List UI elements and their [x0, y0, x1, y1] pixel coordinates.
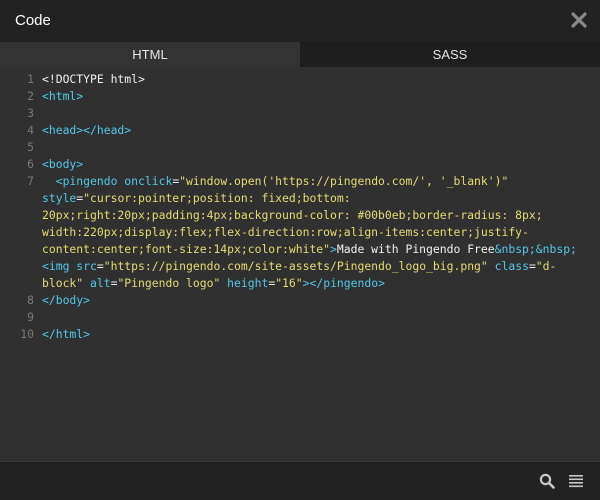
code-line: 6 <body>	[0, 156, 600, 173]
titlebar: Code	[0, 0, 600, 42]
code-token: height	[220, 276, 269, 290]
code-token: <pingendo	[42, 174, 125, 188]
menu-icon[interactable]	[568, 473, 584, 489]
line-number: 5	[27, 140, 34, 154]
code-line: 7 <pingendo onclick = "window.open('https:…	[0, 173, 600, 292]
code-token: >	[330, 242, 337, 256]
code-token: "window.open('https://pingendo.com/', '_…	[179, 174, 509, 188]
tab-html-label: HTML	[132, 47, 168, 62]
line-number: 8	[27, 293, 34, 307]
code-token: Made with Pingendo Free	[336, 242, 495, 256]
code-token: ></pingendo>	[302, 276, 385, 290]
tab-sass[interactable]: SASS	[300, 42, 600, 67]
line-content: </html>	[42, 326, 582, 343]
line-number: 4	[27, 123, 34, 137]
line-content: <body>	[42, 156, 582, 173]
code-token: class	[487, 259, 529, 273]
close-icon[interactable]	[570, 11, 588, 29]
code-line: 9	[0, 309, 600, 326]
line-content: <html>	[42, 88, 582, 105]
code-line: 2 <html>	[0, 88, 600, 105]
code-line: 10 </html>	[0, 326, 600, 343]
code-token: "https://pingendo.com/site-assets/Pingen…	[103, 259, 488, 273]
tab-sass-label: SASS	[432, 47, 468, 62]
line-content: <head></head>	[42, 122, 582, 139]
tab-html[interactable]: HTML	[0, 42, 300, 67]
code-token: =	[96, 259, 104, 273]
window-title: Code	[15, 12, 51, 29]
line-number: 6	[27, 157, 34, 171]
code-token: src	[76, 259, 97, 273]
code-editor[interactable]: 1 <!DOCTYPE html> 2 <html> 3 4 <head></head> 5…	[0, 67, 600, 461]
code-token: <!DOCTYPE html>	[42, 72, 145, 86]
code-line: 5	[0, 139, 600, 156]
code-line: 1 <!DOCTYPE html>	[0, 71, 600, 88]
line-content	[42, 139, 582, 156]
search-icon[interactable]	[539, 473, 555, 489]
code-token: =	[528, 259, 536, 273]
code-token: "Pingendo logo"	[117, 276, 221, 290]
line-content: </body>	[42, 292, 582, 309]
line-number: 7	[27, 174, 34, 188]
line-number: 9	[27, 310, 34, 324]
code-token: <head></head>	[42, 123, 132, 137]
code-token: onclick	[124, 174, 173, 188]
line-content	[42, 105, 582, 122]
line-content	[42, 309, 582, 326]
line-number: 2	[27, 89, 34, 103]
line-number: 3	[27, 106, 34, 120]
code-lines: 1 <!DOCTYPE html> 2 <html> 3 4 <head></head> 5…	[0, 71, 600, 343]
line-content: <pingendo onclick = "window.open('https://…	[42, 173, 582, 292]
footer-toolbar	[0, 461, 600, 500]
code-line: 3	[0, 105, 600, 122]
code-token: </html>	[42, 327, 91, 341]
code-token: <html>	[42, 89, 84, 103]
code-token: &nbsp;&nbsp;	[494, 242, 577, 256]
code-token: alt	[83, 276, 111, 290]
line-number: 10	[20, 327, 34, 341]
code-token: <img	[42, 259, 77, 273]
code-token: "16"	[275, 276, 303, 290]
line-content: <!DOCTYPE html>	[42, 71, 582, 88]
code-line: 4 <head></head>	[0, 122, 600, 139]
code-token: </body>	[42, 293, 91, 307]
code-line: 8 </body>	[0, 292, 600, 309]
code-token: <body>	[42, 157, 84, 171]
line-number: 1	[27, 72, 34, 86]
editor-tabs: HTML SASS	[0, 42, 600, 67]
